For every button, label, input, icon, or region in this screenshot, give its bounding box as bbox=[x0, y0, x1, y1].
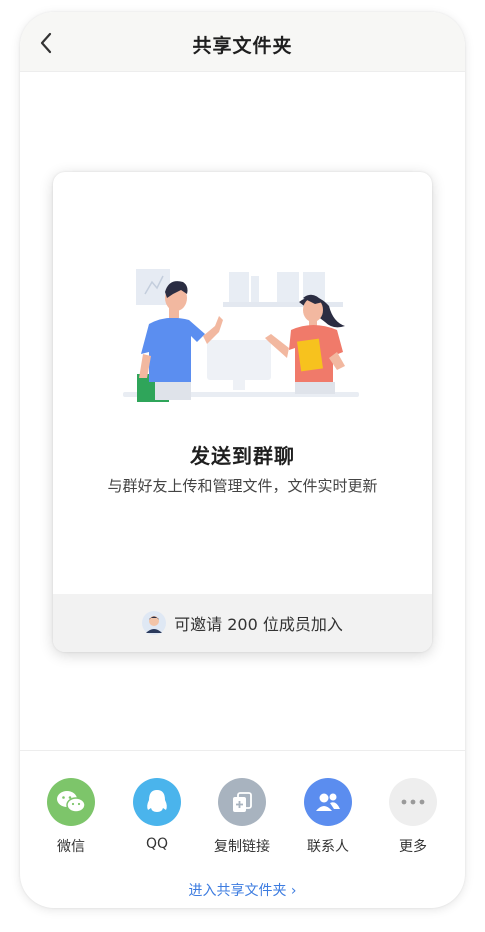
more-icon bbox=[389, 778, 437, 826]
enter-shared-folder-link[interactable]: 进入共享文件夹 › bbox=[20, 880, 465, 900]
card-subtitle: 与群好友上传和管理文件，文件实时更新 bbox=[107, 477, 378, 495]
share-wechat-button[interactable]: 微信 bbox=[31, 778, 111, 856]
invite-bar: 可邀请 200 位成员加入 bbox=[53, 594, 432, 652]
contacts-icon bbox=[304, 778, 352, 826]
card-title: 发送到群聊 bbox=[190, 444, 295, 468]
share-label: 联系人 bbox=[307, 839, 349, 855]
page-title: 共享文件夹 bbox=[192, 35, 293, 57]
top-bar: 共享文件夹 bbox=[20, 12, 465, 72]
people-chat-illustration bbox=[123, 269, 359, 402]
invite-text: 可邀请 200 位成员加入 bbox=[174, 615, 343, 634]
wechat-icon bbox=[47, 778, 95, 826]
avatar bbox=[142, 611, 167, 635]
share-contacts-button[interactable]: 联系人 bbox=[288, 778, 368, 856]
share-label: 复制链接 bbox=[214, 839, 270, 855]
share-qq-button[interactable]: QQ bbox=[117, 778, 197, 852]
copy-link-button[interactable]: 复制链接 bbox=[202, 778, 282, 856]
share-options: 微信 QQ 复制链接 联系人 更多 bbox=[20, 778, 465, 858]
divider bbox=[20, 750, 465, 751]
qq-icon bbox=[133, 778, 181, 826]
share-label: 更多 bbox=[399, 839, 427, 855]
share-label: 微信 bbox=[57, 839, 85, 855]
copy-link-icon bbox=[218, 778, 266, 826]
share-label: QQ bbox=[145, 836, 169, 852]
share-more-button[interactable]: 更多 bbox=[373, 778, 453, 856]
phone-screen: 共享文件夹 发送到群聊 与群好友上传和管理文件，文件实时更新 可邀请 200 位… bbox=[20, 12, 465, 908]
share-card: 发送到群聊 与群好友上传和管理文件，文件实时更新 可邀请 200 位成员加入 bbox=[53, 172, 432, 652]
